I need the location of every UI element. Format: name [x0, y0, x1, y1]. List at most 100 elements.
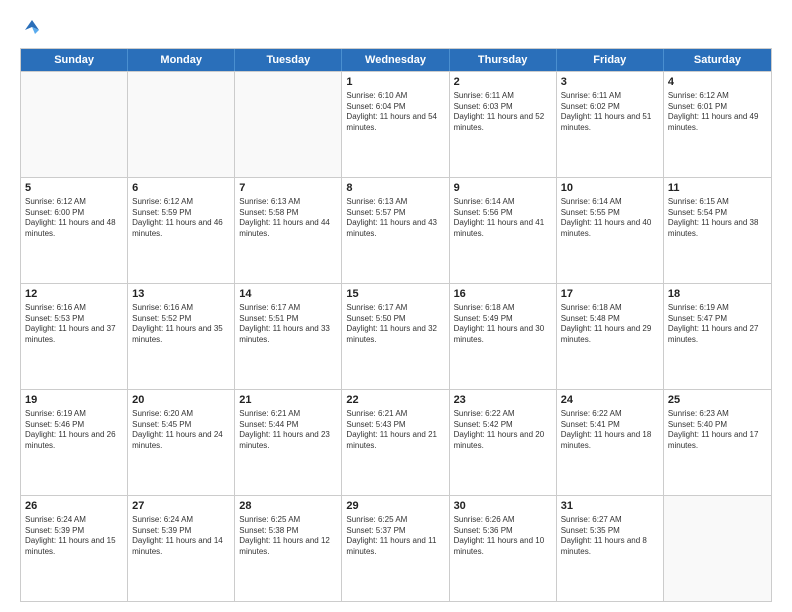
weekday-header-tuesday: Tuesday: [235, 49, 342, 71]
day-cell-22: 22Sunrise: 6:21 AMSunset: 5:43 PMDayligh…: [342, 390, 449, 495]
day-cell-31: 31Sunrise: 6:27 AMSunset: 5:35 PMDayligh…: [557, 496, 664, 601]
day-cell-7: 7Sunrise: 6:13 AMSunset: 5:58 PMDaylight…: [235, 178, 342, 283]
day-cell-11: 11Sunrise: 6:15 AMSunset: 5:54 PMDayligh…: [664, 178, 771, 283]
cell-sun-info: Sunrise: 6:14 AMSunset: 5:55 PMDaylight:…: [561, 197, 659, 240]
calendar-row-1: 1Sunrise: 6:10 AMSunset: 6:04 PMDaylight…: [21, 71, 771, 177]
day-number: 7: [239, 181, 337, 196]
cell-sun-info: Sunrise: 6:11 AMSunset: 6:02 PMDaylight:…: [561, 91, 659, 134]
calendar-row-3: 12Sunrise: 6:16 AMSunset: 5:53 PMDayligh…: [21, 283, 771, 389]
cell-sun-info: Sunrise: 6:20 AMSunset: 5:45 PMDaylight:…: [132, 409, 230, 452]
day-cell-2: 2Sunrise: 6:11 AMSunset: 6:03 PMDaylight…: [450, 72, 557, 177]
day-number: 10: [561, 181, 659, 196]
weekday-header-saturday: Saturday: [664, 49, 771, 71]
cell-sun-info: Sunrise: 6:11 AMSunset: 6:03 PMDaylight:…: [454, 91, 552, 134]
cell-sun-info: Sunrise: 6:13 AMSunset: 5:58 PMDaylight:…: [239, 197, 337, 240]
cell-sun-info: Sunrise: 6:18 AMSunset: 5:49 PMDaylight:…: [454, 303, 552, 346]
cell-sun-info: Sunrise: 6:19 AMSunset: 5:47 PMDaylight:…: [668, 303, 767, 346]
day-cell-12: 12Sunrise: 6:16 AMSunset: 5:53 PMDayligh…: [21, 284, 128, 389]
cell-sun-info: Sunrise: 6:14 AMSunset: 5:56 PMDaylight:…: [454, 197, 552, 240]
day-cell-3: 3Sunrise: 6:11 AMSunset: 6:02 PMDaylight…: [557, 72, 664, 177]
day-cell-21: 21Sunrise: 6:21 AMSunset: 5:44 PMDayligh…: [235, 390, 342, 495]
cell-sun-info: Sunrise: 6:27 AMSunset: 5:35 PMDaylight:…: [561, 515, 659, 558]
cell-sun-info: Sunrise: 6:24 AMSunset: 5:39 PMDaylight:…: [132, 515, 230, 558]
cell-sun-info: Sunrise: 6:12 AMSunset: 6:00 PMDaylight:…: [25, 197, 123, 240]
day-number: 6: [132, 181, 230, 196]
cell-sun-info: Sunrise: 6:26 AMSunset: 5:36 PMDaylight:…: [454, 515, 552, 558]
cell-sun-info: Sunrise: 6:16 AMSunset: 5:53 PMDaylight:…: [25, 303, 123, 346]
day-number: 11: [668, 181, 767, 196]
day-number: 12: [25, 287, 123, 302]
day-number: 19: [25, 393, 123, 408]
day-cell-30: 30Sunrise: 6:26 AMSunset: 5:36 PMDayligh…: [450, 496, 557, 601]
day-cell-28: 28Sunrise: 6:25 AMSunset: 5:38 PMDayligh…: [235, 496, 342, 601]
day-cell-20: 20Sunrise: 6:20 AMSunset: 5:45 PMDayligh…: [128, 390, 235, 495]
header: [20, 16, 772, 38]
day-number: 15: [346, 287, 444, 302]
cell-sun-info: Sunrise: 6:24 AMSunset: 5:39 PMDaylight:…: [25, 515, 123, 558]
cell-sun-info: Sunrise: 6:16 AMSunset: 5:52 PMDaylight:…: [132, 303, 230, 346]
day-number: 2: [454, 75, 552, 90]
cell-sun-info: Sunrise: 6:10 AMSunset: 6:04 PMDaylight:…: [346, 91, 444, 134]
day-number: 30: [454, 499, 552, 514]
empty-cell: [235, 72, 342, 177]
day-cell-1: 1Sunrise: 6:10 AMSunset: 6:04 PMDaylight…: [342, 72, 449, 177]
calendar: SundayMondayTuesdayWednesdayThursdayFrid…: [20, 48, 772, 602]
cell-sun-info: Sunrise: 6:12 AMSunset: 6:01 PMDaylight:…: [668, 91, 767, 134]
day-number: 17: [561, 287, 659, 302]
logo: [20, 16, 44, 38]
day-cell-26: 26Sunrise: 6:24 AMSunset: 5:39 PMDayligh…: [21, 496, 128, 601]
day-cell-18: 18Sunrise: 6:19 AMSunset: 5:47 PMDayligh…: [664, 284, 771, 389]
day-number: 1: [346, 75, 444, 90]
day-number: 5: [25, 181, 123, 196]
cell-sun-info: Sunrise: 6:17 AMSunset: 5:50 PMDaylight:…: [346, 303, 444, 346]
day-cell-15: 15Sunrise: 6:17 AMSunset: 5:50 PMDayligh…: [342, 284, 449, 389]
day-number: 27: [132, 499, 230, 514]
weekday-header-friday: Friday: [557, 49, 664, 71]
day-number: 13: [132, 287, 230, 302]
day-cell-5: 5Sunrise: 6:12 AMSunset: 6:00 PMDaylight…: [21, 178, 128, 283]
day-number: 23: [454, 393, 552, 408]
day-cell-4: 4Sunrise: 6:12 AMSunset: 6:01 PMDaylight…: [664, 72, 771, 177]
day-number: 29: [346, 499, 444, 514]
day-cell-25: 25Sunrise: 6:23 AMSunset: 5:40 PMDayligh…: [664, 390, 771, 495]
day-number: 20: [132, 393, 230, 408]
cell-sun-info: Sunrise: 6:25 AMSunset: 5:38 PMDaylight:…: [239, 515, 337, 558]
day-cell-23: 23Sunrise: 6:22 AMSunset: 5:42 PMDayligh…: [450, 390, 557, 495]
calendar-header: SundayMondayTuesdayWednesdayThursdayFrid…: [21, 49, 771, 71]
day-cell-10: 10Sunrise: 6:14 AMSunset: 5:55 PMDayligh…: [557, 178, 664, 283]
day-number: 8: [346, 181, 444, 196]
calendar-row-2: 5Sunrise: 6:12 AMSunset: 6:00 PMDaylight…: [21, 177, 771, 283]
day-number: 9: [454, 181, 552, 196]
calendar-row-5: 26Sunrise: 6:24 AMSunset: 5:39 PMDayligh…: [21, 495, 771, 601]
day-number: 26: [25, 499, 123, 514]
cell-sun-info: Sunrise: 6:17 AMSunset: 5:51 PMDaylight:…: [239, 303, 337, 346]
empty-cell: [664, 496, 771, 601]
day-number: 3: [561, 75, 659, 90]
day-number: 16: [454, 287, 552, 302]
cell-sun-info: Sunrise: 6:21 AMSunset: 5:44 PMDaylight:…: [239, 409, 337, 452]
cell-sun-info: Sunrise: 6:22 AMSunset: 5:42 PMDaylight:…: [454, 409, 552, 452]
day-cell-24: 24Sunrise: 6:22 AMSunset: 5:41 PMDayligh…: [557, 390, 664, 495]
weekday-header-sunday: Sunday: [21, 49, 128, 71]
day-cell-8: 8Sunrise: 6:13 AMSunset: 5:57 PMDaylight…: [342, 178, 449, 283]
cell-sun-info: Sunrise: 6:19 AMSunset: 5:46 PMDaylight:…: [25, 409, 123, 452]
page: SundayMondayTuesdayWednesdayThursdayFrid…: [0, 0, 792, 612]
logo-bird-icon: [21, 16, 43, 38]
day-cell-9: 9Sunrise: 6:14 AMSunset: 5:56 PMDaylight…: [450, 178, 557, 283]
cell-sun-info: Sunrise: 6:12 AMSunset: 5:59 PMDaylight:…: [132, 197, 230, 240]
cell-sun-info: Sunrise: 6:15 AMSunset: 5:54 PMDaylight:…: [668, 197, 767, 240]
weekday-header-monday: Monday: [128, 49, 235, 71]
cell-sun-info: Sunrise: 6:25 AMSunset: 5:37 PMDaylight:…: [346, 515, 444, 558]
day-cell-13: 13Sunrise: 6:16 AMSunset: 5:52 PMDayligh…: [128, 284, 235, 389]
day-number: 4: [668, 75, 767, 90]
calendar-row-4: 19Sunrise: 6:19 AMSunset: 5:46 PMDayligh…: [21, 389, 771, 495]
day-number: 22: [346, 393, 444, 408]
day-number: 14: [239, 287, 337, 302]
day-cell-19: 19Sunrise: 6:19 AMSunset: 5:46 PMDayligh…: [21, 390, 128, 495]
cell-sun-info: Sunrise: 6:18 AMSunset: 5:48 PMDaylight:…: [561, 303, 659, 346]
calendar-body: 1Sunrise: 6:10 AMSunset: 6:04 PMDaylight…: [21, 71, 771, 601]
day-number: 25: [668, 393, 767, 408]
day-cell-14: 14Sunrise: 6:17 AMSunset: 5:51 PMDayligh…: [235, 284, 342, 389]
cell-sun-info: Sunrise: 6:22 AMSunset: 5:41 PMDaylight:…: [561, 409, 659, 452]
day-cell-29: 29Sunrise: 6:25 AMSunset: 5:37 PMDayligh…: [342, 496, 449, 601]
